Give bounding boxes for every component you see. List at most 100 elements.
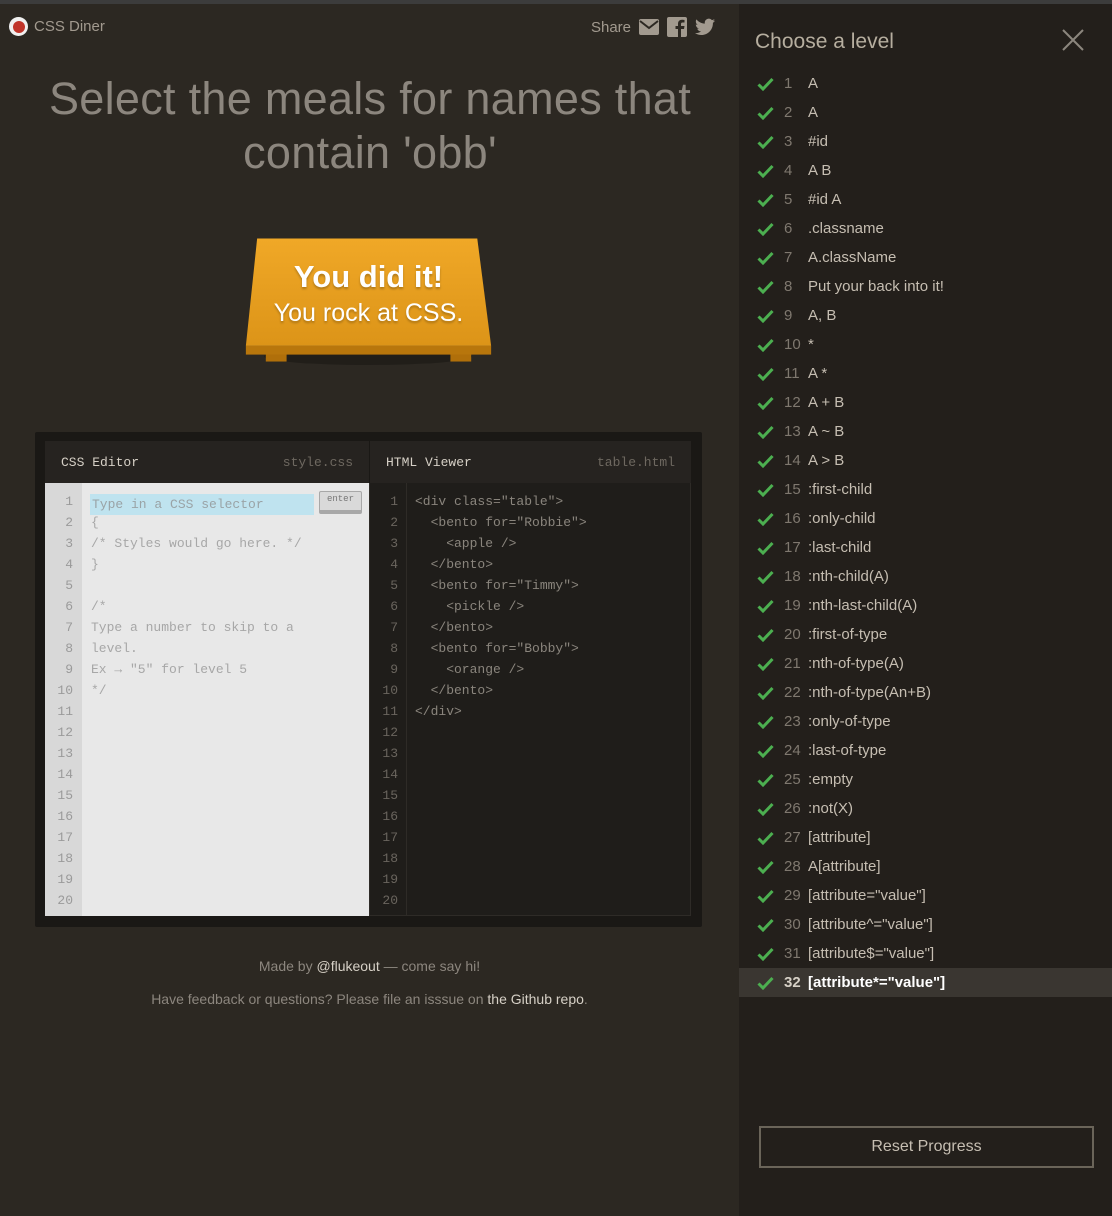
html-code-line[interactable]: </bento>: [415, 557, 493, 572]
line-number: 1: [390, 494, 398, 509]
level-item[interactable]: 11 A *: [739, 359, 1112, 388]
line-number: 16: [382, 809, 398, 824]
close-icon[interactable]: [1061, 28, 1085, 52]
html-code-line[interactable]: <apple />: [415, 536, 516, 551]
share-bar: Share: [591, 17, 715, 37]
level-number: 5: [784, 191, 793, 208]
level-name: :nth-of-type(A): [808, 655, 904, 672]
feedback-prefix: Have feedback or questions? Please file …: [151, 991, 488, 1007]
level-item[interactable]: 30 [attribute^="value"]: [739, 910, 1112, 939]
facebook-icon[interactable]: [667, 17, 687, 37]
level-item[interactable]: 6 .classname: [739, 214, 1112, 243]
line-number: 9: [390, 662, 398, 677]
checkmark-icon: [757, 918, 774, 932]
checkmark-icon: [757, 106, 774, 120]
level-name: [attribute*="value"]: [808, 974, 946, 991]
checkmark-icon: [757, 280, 774, 294]
level-item[interactable]: 15 :first-child: [739, 475, 1112, 504]
level-item[interactable]: 3 #id: [739, 127, 1112, 156]
level-name: :only-child: [808, 510, 876, 527]
enter-button[interactable]: enter: [319, 491, 362, 514]
level-name: :nth-of-type(An+B): [808, 684, 931, 701]
level-item[interactable]: 24:last-of-type: [739, 736, 1112, 765]
level-name: [attribute="value"]: [808, 887, 926, 904]
level-number: 3: [784, 133, 793, 150]
level-item[interactable]: 20:first-of-type: [739, 620, 1112, 649]
author-link[interactable]: @flukeout: [316, 958, 379, 974]
level-item[interactable]: 12 A + B: [739, 388, 1112, 417]
level-name: A[attribute]: [808, 858, 881, 875]
level-name: :first-child: [808, 481, 873, 498]
html-viewer-header: HTML Viewer table.html: [369, 441, 691, 483]
line-number: 13: [382, 746, 398, 761]
level-number: 7: [784, 249, 793, 266]
checkmark-icon: [757, 599, 774, 613]
success-message: You did it! You rock at CSS.: [226, 257, 511, 329]
checkmark-icon: [757, 744, 774, 758]
level-name: #id A: [808, 191, 842, 208]
css-editor-header: CSS Editor style.css: [45, 441, 369, 483]
level-item[interactable]: 4 A B: [739, 156, 1112, 185]
line-number: 2: [65, 515, 73, 530]
css-code-line: }: [91, 557, 99, 572]
twitter-icon[interactable]: [695, 17, 715, 37]
level-item[interactable]: 29 [attribute="value"]: [739, 881, 1112, 910]
css-selector-input[interactable]: [90, 494, 314, 515]
logo-icon: [9, 17, 28, 36]
line-number: 8: [390, 641, 398, 656]
app-logo[interactable]: CSS Diner: [9, 17, 105, 36]
level-item[interactable]: 19:nth-last-child(A): [739, 591, 1112, 620]
html-code-line[interactable]: </bento>: [415, 620, 493, 635]
level-number: 15: [784, 481, 801, 498]
checkmark-icon: [757, 657, 774, 671]
line-number: 6: [65, 599, 73, 614]
level-item[interactable]: 14 A > B: [739, 446, 1112, 475]
html-code-line[interactable]: <div class="table">: [415, 494, 563, 509]
html-code-line[interactable]: <bento for="Bobby">: [415, 641, 579, 656]
checkmark-icon: [757, 193, 774, 207]
html-code-line[interactable]: <bento for="Timmy">: [415, 578, 579, 593]
level-item[interactable]: 32 [attribute*="value"]: [739, 968, 1112, 997]
level-item[interactable]: 1A: [739, 69, 1112, 98]
level-item[interactable]: 18:nth-child(A): [739, 562, 1112, 591]
level-item[interactable]: 21 :nth-of-type(A): [739, 649, 1112, 678]
level-item[interactable]: 9 A, B: [739, 301, 1112, 330]
level-item[interactable]: 26:not(X): [739, 794, 1112, 823]
level-item[interactable]: 25:empty: [739, 765, 1112, 794]
checkmark-icon: [757, 570, 774, 584]
level-item[interactable]: 23:only-of-type: [739, 707, 1112, 736]
reset-progress-button[interactable]: Reset Progress: [759, 1126, 1094, 1168]
level-name: A + B: [808, 394, 845, 411]
level-number: 17: [784, 539, 801, 556]
checkmark-icon: [757, 802, 774, 816]
line-number: 19: [57, 872, 73, 887]
level-name: :last-of-type: [808, 742, 887, 759]
html-code-line[interactable]: </div>: [415, 704, 462, 719]
level-item[interactable]: 16:only-child: [739, 504, 1112, 533]
level-item[interactable]: 22:nth-of-type(An+B): [739, 678, 1112, 707]
level-item[interactable]: 27 [attribute]: [739, 823, 1112, 852]
level-name: A: [808, 75, 819, 92]
html-code-line[interactable]: <pickle />: [415, 599, 524, 614]
html-code-line[interactable]: <bento for="Robbie">: [415, 515, 587, 530]
github-link[interactable]: the Github repo: [487, 991, 584, 1007]
level-item[interactable]: 2A: [739, 98, 1112, 127]
level-item[interactable]: 17:last-child: [739, 533, 1112, 562]
level-item[interactable]: 13 A ~ B: [739, 417, 1112, 446]
html-code-line[interactable]: </bento>: [415, 683, 493, 698]
line-number: 4: [390, 557, 398, 572]
level-item[interactable]: 28 A[attribute]: [739, 852, 1112, 881]
html-viewer-pane: 1 2 3 4 5 6 7 8 9 10 11 12 13 14 15 16 17 18 19 20 <div cla…: [369, 483, 691, 916]
level-item[interactable]: 5 #id A: [739, 185, 1112, 214]
level-item[interactable]: 8 Put your back into it!: [739, 272, 1112, 301]
level-item[interactable]: 31 [attribute$="value"]: [739, 939, 1112, 968]
level-name: Put your back into it!: [808, 278, 944, 295]
level-item[interactable]: 7 A.className: [739, 243, 1112, 272]
html-code-line[interactable]: <orange />: [415, 662, 524, 677]
checkmark-icon: [757, 889, 774, 903]
checkmark-icon: [757, 628, 774, 642]
checkmark-icon: [757, 860, 774, 874]
level-item[interactable]: 10 *: [739, 330, 1112, 359]
level-number: 21: [784, 655, 801, 672]
mail-icon[interactable]: [639, 17, 659, 37]
